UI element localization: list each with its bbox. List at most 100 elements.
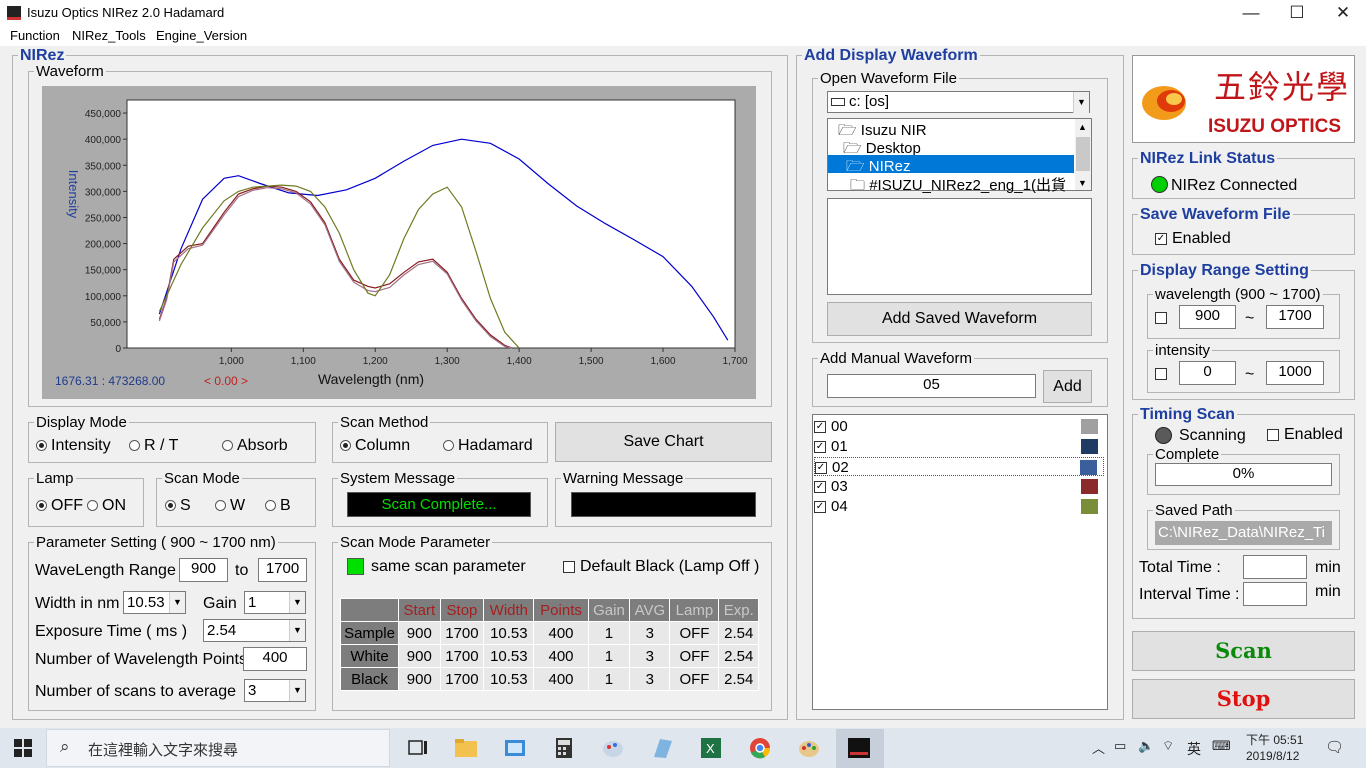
file-explorer-icon[interactable] (454, 737, 478, 759)
waveform-color-swatch[interactable] (1081, 419, 1098, 434)
scan-mode-b[interactable]: B (265, 497, 291, 515)
add-button[interactable]: Add (1043, 370, 1092, 403)
wavelength-from-input[interactable]: 900 (179, 558, 228, 582)
clock-date[interactable]: 2019/8/12 (1246, 749, 1299, 763)
volume-icon[interactable]: 🔈 (1138, 738, 1154, 754)
range-int-from-input[interactable]: 0 (1179, 361, 1236, 385)
scans-select[interactable]: 3 ▼ (244, 679, 306, 702)
ime-indicator[interactable]: 英 (1187, 739, 1201, 759)
system-message-label: System Message (340, 470, 456, 487)
minimize-button[interactable]: — (1228, 0, 1274, 26)
waveform-list-item[interactable]: ✓ 02 (814, 457, 1104, 476)
width-select[interactable]: 10.53 ▼ (123, 591, 186, 614)
app-icon-window[interactable] (503, 737, 527, 759)
exposure-select[interactable]: 2.54 ▼ (203, 619, 306, 642)
scroll-down-icon[interactable]: ▼ (1078, 178, 1087, 188)
scan-button[interactable]: Scan (1132, 631, 1355, 671)
waveform-list-item[interactable]: ✓ 03 (814, 477, 1104, 496)
radio-icon (87, 500, 98, 512)
nirez-app-icon[interactable] (847, 737, 871, 759)
default-black-checkbox[interactable]: Default Black (Lamp Off ) (563, 558, 759, 576)
calculator-icon[interactable] (552, 737, 576, 759)
scan-method-column[interactable]: Column (340, 437, 410, 455)
link-status-led (1151, 176, 1168, 193)
waveform-color-swatch[interactable] (1081, 479, 1098, 494)
menu-engine-version[interactable]: Engine_Version (156, 28, 247, 43)
range-int-to-input[interactable]: 1000 (1266, 361, 1324, 385)
waveform-list-item[interactable]: ✓ 04 (814, 497, 1104, 516)
same-param-indicator (347, 558, 364, 575)
folder-item[interactable]: 🗀 #ISUZU_NIRez2_eng_1(出貨 (850, 174, 1074, 200)
wifi-icon[interactable]: ⌔ (1162, 738, 1174, 754)
waveform-list-item[interactable]: ✓ 01 (814, 437, 1104, 456)
wavelength-to-input[interactable]: 1700 (258, 558, 307, 582)
waveform-group-label: Waveform (36, 63, 104, 80)
drive-select[interactable]: c: [os] ▼ (827, 91, 1090, 113)
lamp-on[interactable]: ON (87, 497, 126, 515)
check-icon: ✓ (814, 501, 826, 514)
scan-mode-w[interactable]: W (215, 497, 245, 515)
chevron-down-icon: ▼ (289, 592, 305, 613)
menu-nirez-tools[interactable]: NIRez_Tools (72, 28, 146, 43)
save-file-checkbox[interactable]: ✓ Enabled (1155, 230, 1231, 248)
manual-waveform-input[interactable]: 05 (827, 374, 1036, 398)
waveform-color-swatch[interactable] (1081, 439, 1098, 454)
maximize-button[interactable]: ☐ (1274, 0, 1320, 26)
wavelength-range-checkbox[interactable] (1155, 309, 1172, 326)
points-input[interactable]: 400 (243, 647, 307, 671)
table-cell: 2.54 (718, 644, 759, 668)
stop-button[interactable]: Stop (1132, 679, 1355, 719)
excel-icon[interactable]: X (699, 737, 723, 759)
notification-icon[interactable]: 🗨 (1325, 738, 1344, 756)
task-view-icon[interactable] (406, 737, 430, 759)
palette-icon[interactable] (797, 737, 821, 759)
header-cell: Exp. (718, 598, 759, 622)
display-mode-intensity[interactable]: Intensity (36, 437, 111, 455)
waveform-color-swatch[interactable] (1080, 460, 1097, 475)
scroll-thumb[interactable] (1076, 137, 1090, 171)
width-label: Width in nm (35, 595, 120, 612)
menu-function[interactable]: Function (10, 28, 60, 43)
range-wl-to-input[interactable]: 1700 (1266, 305, 1324, 329)
scan-mode-s[interactable]: S (165, 497, 191, 515)
windows-start-icon[interactable] (14, 739, 32, 757)
keyboard-icon[interactable]: ⌨ (1212, 738, 1231, 754)
display-mode-rt[interactable]: R / T (129, 437, 178, 455)
total-time-input[interactable] (1243, 555, 1307, 579)
waveform-chart[interactable]: 0 50,000 100,000 150,000 200,000 250,000 300,0… (42, 86, 756, 399)
header-cell: Gain (587, 598, 631, 622)
notes-icon[interactable] (650, 737, 674, 759)
timing-enabled-checkbox[interactable]: Enabled (1267, 426, 1343, 444)
add-saved-waveform-button[interactable]: Add Saved Waveform (827, 302, 1092, 336)
file-list[interactable] (827, 198, 1092, 295)
range-wl-from-input[interactable]: 900 (1179, 305, 1236, 329)
clock-time[interactable]: 下午 05:51 (1246, 731, 1303, 748)
radio-icon (36, 440, 47, 452)
x-axis-label: Wavelength (nm) (318, 371, 424, 387)
radio-icon (443, 440, 454, 452)
lamp-off[interactable]: OFF (36, 497, 83, 515)
scroll-up-icon[interactable]: ▲ (1078, 122, 1087, 132)
window-title: Isuzu Optics NIRez 2.0 Hadamard (27, 5, 225, 20)
display-mode-absorb[interactable]: Absorb (222, 437, 288, 455)
chevron-down-icon: ▼ (289, 620, 305, 641)
intensity-range-checkbox[interactable] (1155, 365, 1172, 382)
delta-readout: < 0.00 > (204, 374, 249, 388)
chrome-icon[interactable] (748, 737, 772, 759)
interval-time-input[interactable] (1243, 582, 1307, 606)
waveform-color-swatch[interactable] (1081, 499, 1098, 514)
paint-icon[interactable] (601, 737, 625, 759)
battery-icon[interactable]: ▭ (1114, 738, 1126, 754)
timing-scan-label: Timing Scan (1140, 406, 1235, 423)
save-chart-button[interactable]: Save Chart (555, 422, 772, 462)
gain-select[interactable]: 1 ▼ (244, 591, 306, 614)
y-tick-label: 150,000 (85, 266, 122, 277)
waveform-list-item[interactable]: ✓ 00 (814, 417, 1104, 436)
option-label: Column (355, 437, 411, 454)
scan-method-hadamard[interactable]: Hadamard (443, 437, 533, 455)
tray-chevron-icon[interactable]: ︿ (1092, 738, 1105, 757)
close-button[interactable]: ✕ (1320, 0, 1366, 26)
table-cell: OFF (669, 644, 720, 668)
scanning-label: Scanning (1179, 427, 1246, 444)
checkbox-icon (1267, 428, 1279, 441)
